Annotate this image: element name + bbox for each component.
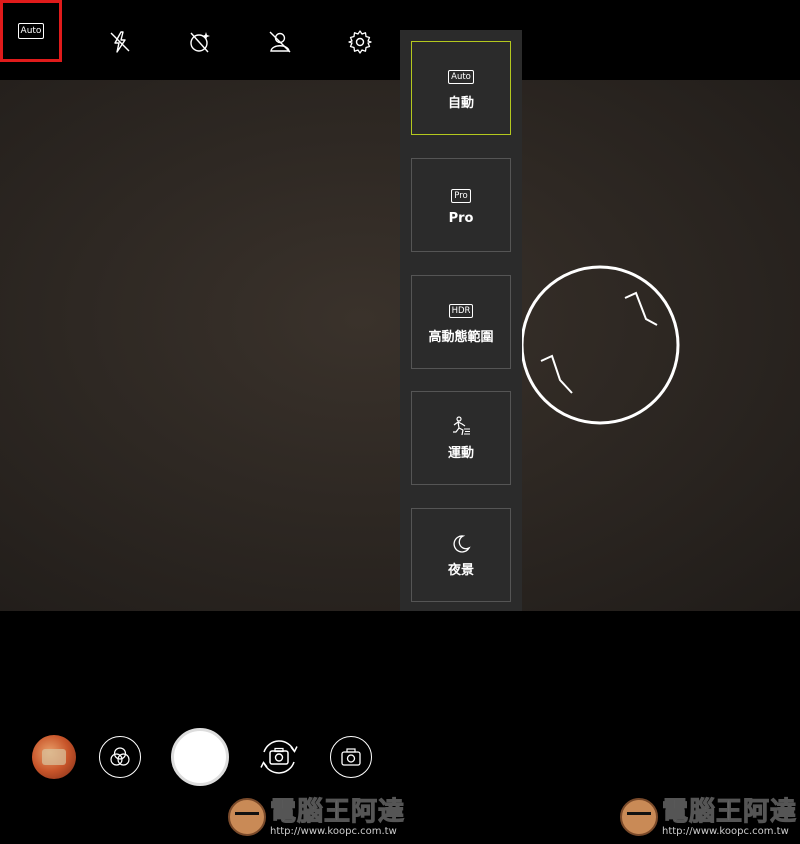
hdr-badge: HDR [448, 303, 474, 318]
watermark-url: http://www.koopc.com.tw [270, 825, 397, 837]
switch-camera-icon [260, 740, 298, 774]
mode-label: 運動 [447, 445, 474, 461]
auto-badge: Auto [17, 23, 45, 39]
mode-sports[interactable]: 運動 [411, 391, 511, 485]
filter-icon [110, 747, 130, 766]
watermark-right: 電腦王阿達 http://www.koopc.com.tw [620, 790, 797, 844]
photo-mode-button[interactable] [330, 736, 372, 778]
focus-ring-icon [520, 265, 680, 425]
watermark-left: 電腦王阿達 http://www.koopc.com.tw [228, 790, 405, 844]
switch-camera-button[interactable] [256, 734, 302, 780]
mode-auto[interactable]: Auto 自動 [411, 41, 511, 135]
mode-pro[interactable]: Pro Pro [411, 158, 511, 252]
moon-icon [453, 534, 471, 553]
ai-scene-icon [190, 32, 210, 53]
mode-label: 高動態範圍 [428, 329, 494, 345]
watermark-title: 電腦王阿達 [661, 796, 798, 827]
filter-button[interactable] [99, 736, 141, 778]
running-person-icon [453, 415, 470, 435]
settings-button[interactable] [346, 28, 374, 56]
shutter-button[interactable] [171, 728, 229, 786]
mode-label: Pro [448, 210, 474, 226]
auto-mode-button[interactable]: Auto [0, 0, 62, 62]
flash-off-icon [110, 31, 130, 53]
beauty-off-button[interactable] [266, 28, 294, 56]
mode-hdr[interactable]: HDR 高動態範圍 [411, 275, 511, 369]
mode-label: 自動 [447, 95, 474, 111]
watermark-url: http://www.koopc.com.tw [662, 825, 789, 837]
mode-label: 夜景 [447, 562, 474, 578]
flash-off-button[interactable] [106, 28, 134, 56]
pro-badge: Pro [451, 188, 471, 203]
auto-badge: Auto [448, 69, 474, 84]
mascot-logo [620, 798, 658, 836]
camera-icon [341, 748, 361, 766]
mode-night[interactable]: 夜景 [411, 508, 511, 602]
beauty-off-icon [269, 31, 291, 53]
mascot-logo [228, 798, 266, 836]
watermark-title: 電腦王阿達 [269, 796, 406, 827]
gear-icon [348, 30, 372, 54]
ai-scene-button[interactable] [186, 28, 214, 56]
gallery-thumbnail[interactable] [32, 735, 76, 779]
